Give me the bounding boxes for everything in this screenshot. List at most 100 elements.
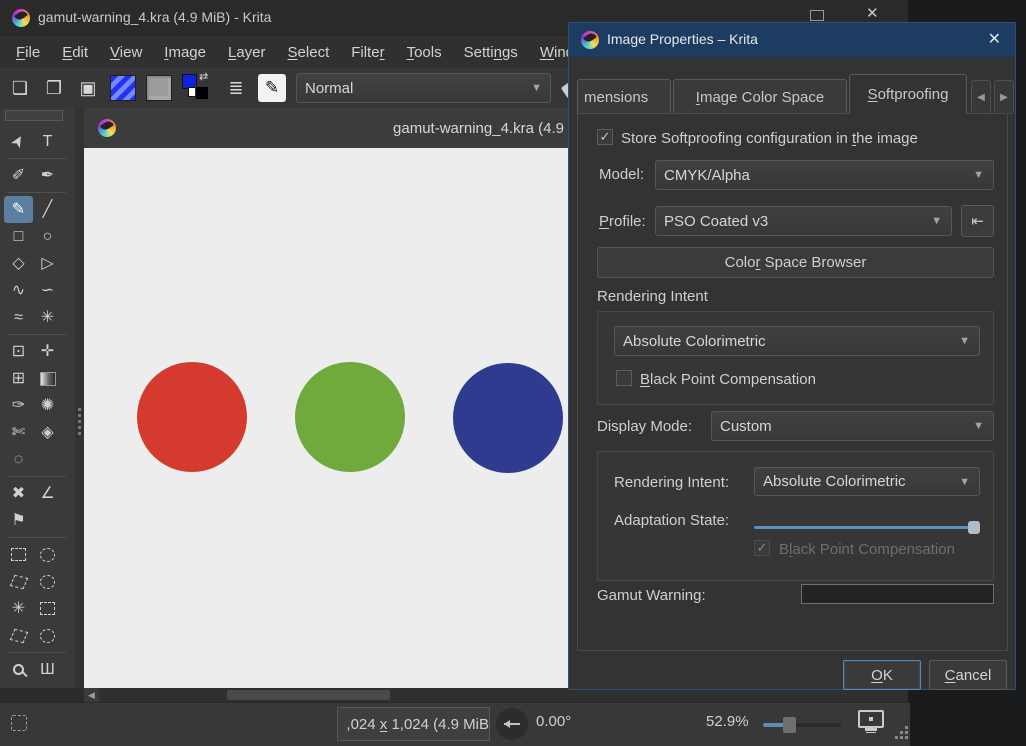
crop-tool[interactable]: ⊞	[4, 365, 33, 392]
reference-images-tool[interactable]: ⚑	[4, 507, 33, 534]
polygonal-selection-tool-icon	[9, 574, 28, 589]
toolbox-header[interactable]	[5, 110, 63, 121]
calligraphy-tool[interactable]: ✒	[33, 162, 62, 189]
transform-select-tool[interactable]: ➤	[4, 128, 33, 155]
close-icon[interactable]: ✕	[866, 4, 879, 22]
ok-button[interactable]: OK	[843, 660, 921, 690]
dialog-titlebar[interactable]: Image Properties – Krita ✕	[569, 23, 1015, 57]
line-tool[interactable]: ╱	[33, 196, 62, 223]
blending-mode-dropdown[interactable]: Normal ▼	[296, 73, 551, 103]
foreground-background-colors[interactable]: ⇄	[182, 71, 214, 102]
zoom-slider[interactable]	[763, 717, 841, 733]
rectangular-selection-tool[interactable]	[4, 541, 33, 568]
ellipse-tool[interactable]: ○	[33, 223, 62, 250]
magnetic-selection-tool[interactable]	[33, 622, 62, 649]
slider-thumb[interactable]	[968, 521, 980, 534]
profile-dropdown[interactable]: PSO Coated v3 ▼	[655, 206, 952, 236]
tool-group: ✖ ∠ ⚑	[4, 480, 70, 534]
transform-tool[interactable]: ⊡	[4, 338, 33, 365]
menu-settings[interactable]: Settings	[464, 44, 518, 61]
move-tool[interactable]: ✛	[33, 338, 62, 365]
contiguous-selection-tool[interactable]	[33, 595, 62, 622]
tab-image-color-space[interactable]: Image Color Space	[673, 79, 847, 114]
open-document-button[interactable]: ❐	[42, 75, 66, 101]
bezier-curve-tool[interactable]: ∿	[4, 277, 33, 304]
pattern-swatch[interactable]	[146, 75, 172, 101]
color-space-browser-button[interactable]: Color Space Browser	[597, 247, 994, 278]
new-document-button[interactable]: ❏	[8, 75, 32, 101]
freehand-selection-tool[interactable]	[33, 568, 62, 595]
pan-tool[interactable]: Ш	[33, 656, 62, 683]
menu-layer[interactable]: Layer	[228, 44, 266, 61]
edit-shapes-tool[interactable]: ✐	[4, 162, 33, 189]
scroll-left-icon[interactable]: ◀	[84, 688, 99, 702]
polygonal-selection-tool[interactable]	[4, 568, 33, 595]
text-tool[interactable]: T	[33, 128, 62, 155]
brush-presets-button[interactable]: ≣	[224, 75, 248, 101]
fill-tool[interactable]: ◈	[33, 419, 62, 446]
adaptation-state-slider[interactable]	[754, 520, 980, 534]
tab-scroll-left-icon[interactable]: ◀	[971, 80, 991, 114]
menu-filter[interactable]: Filter	[351, 44, 384, 61]
bezier-curve-tool-icon: ∿	[11, 281, 26, 299]
store-softproofing-checkbox[interactable]: ✓	[597, 129, 613, 145]
zoom-slider-thumb[interactable]	[783, 717, 796, 733]
cancel-button[interactable]: Cancel	[929, 660, 1007, 690]
zoom-tool[interactable]	[4, 656, 33, 683]
display-mode-value: Custom	[720, 417, 772, 435]
gradient-tool[interactable]	[33, 365, 62, 392]
save-document-button[interactable]: ▣	[76, 75, 100, 101]
resize-grip-icon[interactable]	[905, 726, 908, 729]
dialog-close-icon[interactable]: ✕	[988, 29, 1001, 49]
dynamic-brush-tool[interactable]: ≈	[4, 304, 33, 331]
pan-tool-icon: Ш	[40, 660, 55, 678]
assistants-tool[interactable]: ✖	[4, 480, 33, 507]
toolbox-separator	[8, 476, 66, 477]
status-bar: ,024 x 1,024 (4.9 MiB 0.00° 52.9%	[0, 702, 910, 746]
swap-colors-icon[interactable]: ⇄	[199, 70, 208, 83]
black-point-compensation-checkbox[interactable]	[616, 370, 632, 386]
model-value: CMYK/Alpha	[664, 166, 750, 184]
custom-black-point-compensation-checkbox[interactable]: ✓	[754, 540, 770, 556]
menu-tools[interactable]: Tools	[407, 44, 442, 61]
tab-scroll-right-icon[interactable]: ▶	[994, 80, 1014, 114]
selection-mode-icon[interactable]	[11, 715, 27, 731]
menu-edit[interactable]: Edit	[62, 44, 88, 61]
bezier-selection-tool[interactable]	[4, 622, 33, 649]
horizontal-scrollbar[interactable]: ◀	[84, 688, 908, 702]
menu-view[interactable]: View	[110, 44, 142, 61]
custom-rendering-intent-dropdown[interactable]: Absolute Colorimetric ▼	[754, 467, 980, 496]
menu-select[interactable]: Select	[288, 44, 330, 61]
panel-splitter[interactable]	[75, 108, 84, 688]
polygon-tool[interactable]: ◇	[4, 250, 33, 277]
scrollbar-thumb[interactable]	[227, 690, 390, 700]
menu-image[interactable]: Image	[164, 44, 206, 61]
display-mode-dropdown[interactable]: Custom ▼	[711, 411, 994, 441]
maximize-icon[interactable]	[810, 10, 824, 21]
tab-dimensions[interactable]: mensions	[577, 79, 671, 114]
menu-file[interactable]: File	[16, 44, 40, 61]
similar-color-selection-tool[interactable]: ✳	[4, 595, 33, 622]
memory-usage-widget[interactable]: ,024 x 1,024 (4.9 MiB	[337, 707, 490, 741]
import-profile-button[interactable]: ⇤	[961, 205, 994, 237]
tab-softproofing[interactable]: Softproofing	[849, 74, 967, 114]
fullscreen-monitor-icon[interactable]	[858, 710, 884, 731]
rendering-intent-dropdown[interactable]: Absolute Colorimetric ▼	[614, 326, 980, 356]
background-color[interactable]	[195, 86, 209, 100]
elliptical-selection-tool[interactable]	[33, 541, 62, 568]
rectangle-tool[interactable]: □	[4, 223, 33, 250]
canvas-rotation-knob[interactable]	[496, 708, 528, 740]
brush-editor-button[interactable]: ✎	[258, 74, 286, 102]
color-sampler-tool[interactable]: ✑	[4, 392, 33, 419]
polyline-tool[interactable]: ▷	[33, 250, 62, 277]
measure-tool[interactable]: ∠	[33, 480, 62, 507]
pattern-edit-tool[interactable]: ✺	[33, 392, 62, 419]
freehand-brush-tool[interactable]: ✎	[4, 196, 33, 223]
smart-patch-tool[interactable]: ✄	[4, 419, 33, 446]
freehand-path-tool[interactable]: ∽	[33, 277, 62, 304]
gradient-swatch[interactable]	[110, 75, 136, 101]
multibrush-tool[interactable]: ✳	[33, 304, 62, 331]
enclose-fill-tool[interactable]: ◌	[4, 446, 33, 473]
model-dropdown[interactable]: CMYK/Alpha ▼	[655, 160, 994, 190]
gamut-warning-color-button[interactable]	[801, 584, 994, 604]
